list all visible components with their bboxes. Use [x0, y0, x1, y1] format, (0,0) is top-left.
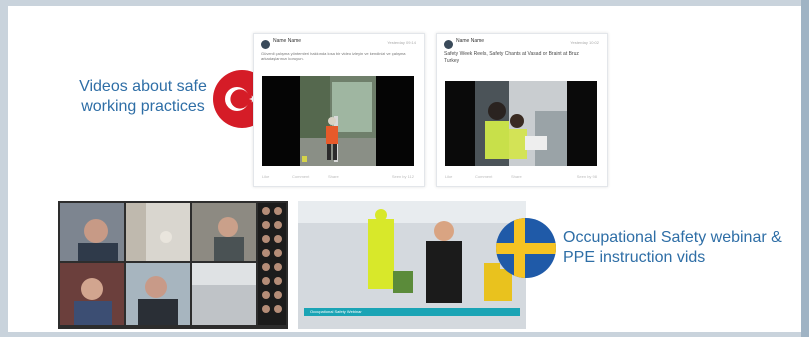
avatar — [261, 40, 270, 49]
sweden-flag-icon — [496, 218, 556, 278]
share-action[interactable]: Share — [328, 174, 339, 179]
participant-tile — [126, 203, 190, 261]
video-player[interactable] — [445, 81, 597, 166]
caption-sweden: Occupational Safety webinar & PPE instru… — [563, 229, 782, 266]
seen-count: Seen by 112 — [391, 174, 414, 179]
flag-cross-horizontal — [496, 243, 556, 254]
video-call-gallery[interactable] — [58, 201, 288, 329]
participant-tile — [60, 263, 124, 325]
lower-third-text: Occupational Safety Webinar — [310, 309, 362, 314]
comment-action[interactable]: Comment — [292, 174, 309, 179]
social-post-2[interactable]: Name Name Yesterday 10:02 Safety Week Re… — [436, 33, 608, 187]
like-action[interactable]: Like — [445, 174, 452, 179]
post-author: Name Name — [456, 38, 485, 44]
edge-bar — [801, 0, 809, 337]
post-timestamp: Yesterday 09:14 — [387, 40, 416, 45]
slide: Videos about safe working practices Name… — [8, 6, 801, 332]
flag-cross-vertical — [514, 218, 525, 278]
participant-tile — [126, 263, 190, 325]
share-action[interactable]: Share — [511, 174, 522, 179]
post-actions: Like Comment Share Seen by 98 — [445, 174, 597, 180]
avatar — [444, 40, 453, 49]
caption-turkey: Videos about safe working practices — [79, 78, 207, 115]
post-author: Name Name — [273, 38, 302, 44]
social-post-1[interactable]: Name Name Yesterday 09:14 Güvenli çalışm… — [253, 33, 425, 187]
video-player[interactable] — [262, 76, 414, 166]
post-actions: Like Comment Share Seen by 112 — [262, 174, 414, 180]
post-text: Safety Week Reels, Safety Chants at Vasa… — [444, 51, 579, 64]
participant-tile — [60, 203, 124, 261]
participant-tile — [192, 263, 256, 325]
post-text: Güvenli çalışma yöntemleri hakkında kısa… — [261, 51, 406, 61]
like-action[interactable]: Like — [262, 174, 269, 179]
post-timestamp: Yesterday 10:02 — [570, 40, 599, 45]
participant-tile — [192, 203, 256, 261]
participant-thumbnails[interactable] — [258, 203, 286, 325]
comment-action[interactable]: Comment — [475, 174, 492, 179]
webinar-video[interactable]: Occupational Safety Webinar — [298, 201, 526, 329]
webinar-lower-third: Occupational Safety Webinar — [304, 308, 520, 316]
seen-count: Seen by 98 — [576, 174, 597, 179]
